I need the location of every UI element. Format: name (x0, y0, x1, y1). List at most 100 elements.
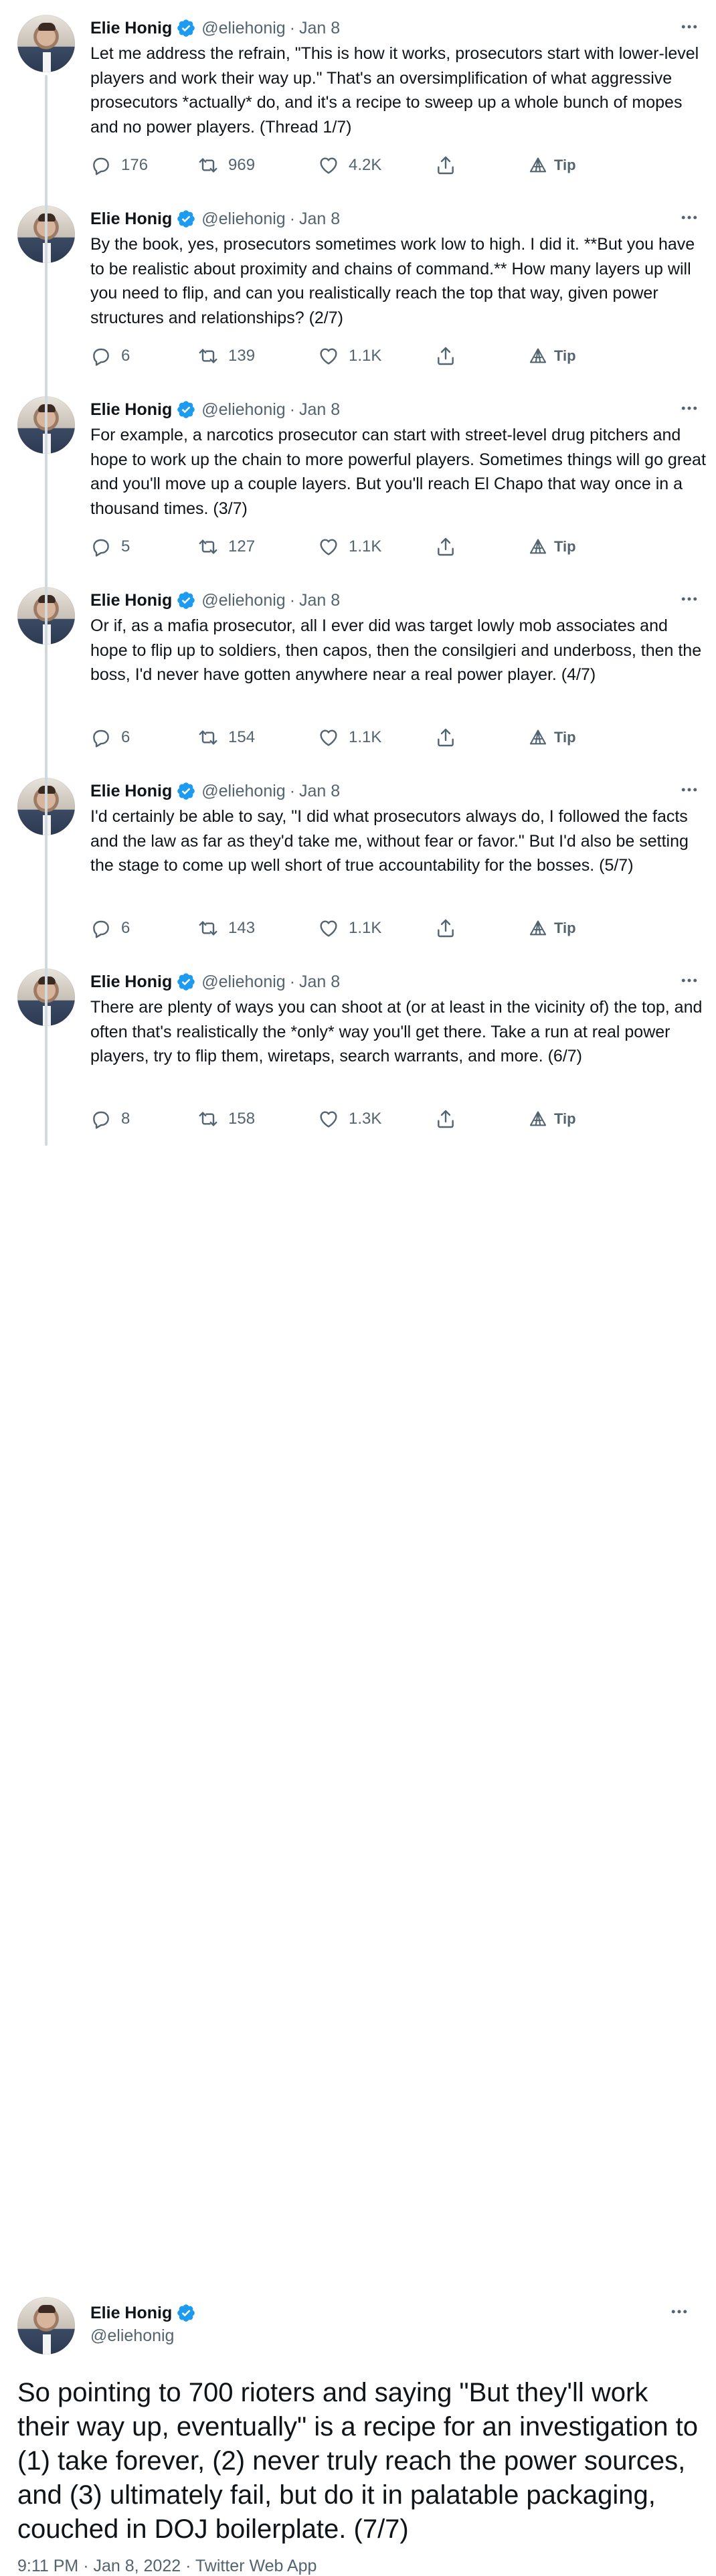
share-button[interactable] (435, 727, 529, 748)
more-options-button[interactable] (669, 2301, 689, 2325)
author-name[interactable]: Elie Honig (90, 209, 172, 229)
author-handle[interactable]: @eliehonig (201, 782, 285, 801)
thread-tweet[interactable]: Elie Honig @eliehonig · Jan 8 By the boo… (0, 191, 716, 381)
more-options-button[interactable] (679, 968, 699, 995)
thread-tweet[interactable]: Elie Honig @eliehonig · Jan 8 For exampl… (0, 381, 716, 572)
tip-icon (529, 1110, 547, 1128)
tweet-actions: 6 139 1.1K Tip (90, 343, 706, 369)
tweet-date[interactable]: Jan 8 (299, 591, 340, 610)
like-button[interactable]: 1.1K (318, 536, 435, 557)
like-button[interactable]: 4.2K (318, 155, 435, 176)
main-tweet-meta[interactable]: 9:11 PM · Jan 8, 2022 · Twitter Web App (17, 2557, 317, 2576)
tip-button[interactable]: Tip (529, 347, 576, 365)
share-button[interactable] (435, 918, 529, 939)
more-options-button[interactable] (679, 15, 699, 41)
heart-icon (318, 727, 339, 748)
tweet-text: I'd certainly be able to say, "I did wha… (90, 807, 689, 875)
more-options-button[interactable] (679, 778, 699, 804)
thread-tweet[interactable]: Elie Honig @eliehonig · Jan 8 I'd certai… (0, 763, 716, 954)
author-name[interactable]: Elie Honig (90, 2304, 172, 2323)
author-name[interactable]: Elie Honig (90, 972, 172, 992)
tweet-date[interactable]: Jan 8 (299, 209, 340, 229)
tip-button[interactable]: Tip (529, 537, 576, 556)
retweet-icon (197, 345, 219, 367)
tip-icon (529, 537, 547, 556)
tweet-header: Elie Honig @eliehonig · Jan 8 (90, 396, 706, 423)
share-button[interactable] (435, 536, 529, 557)
verified-badge-icon (176, 781, 196, 801)
tip-button[interactable]: Tip (529, 728, 576, 747)
author-handle[interactable]: @eliehonig (201, 19, 285, 38)
share-icon (435, 727, 456, 748)
author-handle[interactable]: @eliehonig (201, 400, 285, 420)
verified-badge-icon (176, 972, 196, 992)
verified-badge-icon (176, 400, 196, 420)
more-horizontal-icon (679, 17, 699, 40)
author-handle[interactable]: @eliehonig (201, 209, 285, 229)
more-options-button[interactable] (679, 587, 699, 614)
reply-icon (90, 536, 112, 557)
separator-dot: · (289, 209, 296, 228)
heart-icon (318, 155, 339, 176)
author-handle[interactable]: @eliehonig (90, 2326, 196, 2346)
heart-icon (318, 345, 339, 367)
reply-icon (90, 155, 112, 176)
retweet-icon (197, 1108, 219, 1130)
reply-count: 8 (121, 1110, 130, 1128)
tweet-date[interactable]: Jan 8 (299, 972, 340, 992)
retweet-count: 127 (228, 537, 256, 555)
thread-tweet[interactable]: Elie Honig @eliehonig · Jan 8 Or if, as … (0, 572, 716, 763)
tweet-text: Let me address the refrain, "This is how… (90, 44, 699, 137)
retweet-button[interactable]: 154 (197, 727, 318, 748)
share-button[interactable] (435, 155, 529, 176)
like-count: 1.1K (349, 537, 382, 555)
heart-icon (318, 918, 339, 939)
reply-button[interactable]: 6 (90, 345, 197, 367)
retweet-button[interactable]: 158 (197, 1108, 318, 1130)
more-horizontal-icon (679, 780, 699, 803)
tip-icon (529, 156, 547, 175)
tweet-text: Or if, as a mafia prosecutor, all I ever… (90, 616, 702, 684)
tip-button[interactable]: Tip (529, 1110, 576, 1128)
tweet-date[interactable]: Jan 8 (299, 19, 340, 38)
like-button[interactable]: 1.3K (318, 1108, 435, 1130)
like-button[interactable]: 1.1K (318, 918, 435, 939)
tip-label: Tip (554, 538, 576, 555)
retweet-button[interactable]: 143 (197, 918, 318, 939)
reply-button[interactable]: 6 (90, 918, 197, 939)
retweet-button[interactable]: 127 (197, 536, 318, 557)
main-tweet-header: Elie Honig @eliehonig (90, 2301, 196, 2346)
share-button[interactable] (435, 1108, 529, 1130)
tweet-date[interactable]: Jan 8 (299, 782, 340, 801)
verified-badge-icon (176, 590, 196, 610)
tweet-text: For example, a narcotics prosecutor can … (90, 426, 706, 518)
verified-badge-icon (176, 209, 196, 229)
tip-button[interactable]: Tip (529, 156, 576, 175)
author-name[interactable]: Elie Honig (90, 19, 172, 38)
main-tweet-text: So pointing to 700 rioters and saying "B… (17, 2378, 698, 2544)
share-icon (435, 155, 456, 176)
thread-tweet[interactable]: Elie Honig @eliehonig · Jan 8 Let me add… (0, 0, 716, 191)
author-name[interactable]: Elie Honig (90, 400, 172, 420)
tip-button[interactable]: Tip (529, 919, 576, 938)
more-options-button[interactable] (679, 396, 699, 423)
reply-button[interactable]: 5 (90, 536, 197, 557)
reply-button[interactable]: 176 (90, 155, 197, 176)
tweet-date[interactable]: Jan 8 (299, 400, 340, 420)
retweet-button[interactable]: 139 (197, 345, 318, 367)
author-avatar[interactable] (17, 15, 75, 72)
author-handle[interactable]: @eliehonig (201, 972, 285, 992)
like-button[interactable]: 1.1K (318, 345, 435, 367)
thread-tweet[interactable]: Elie Honig @eliehonig · Jan 8 There are … (0, 954, 716, 1144)
more-options-button[interactable] (679, 205, 699, 232)
author-avatar[interactable] (17, 2297, 75, 2354)
author-handle[interactable]: @eliehonig (201, 591, 285, 610)
author-name[interactable]: Elie Honig (90, 782, 172, 801)
retweet-button[interactable]: 969 (197, 155, 318, 176)
like-button[interactable]: 1.1K (318, 727, 435, 748)
share-button[interactable] (435, 345, 529, 367)
reply-button[interactable]: 6 (90, 727, 197, 748)
like-count: 1.1K (349, 347, 382, 365)
reply-button[interactable]: 8 (90, 1108, 197, 1130)
author-name[interactable]: Elie Honig (90, 591, 172, 610)
